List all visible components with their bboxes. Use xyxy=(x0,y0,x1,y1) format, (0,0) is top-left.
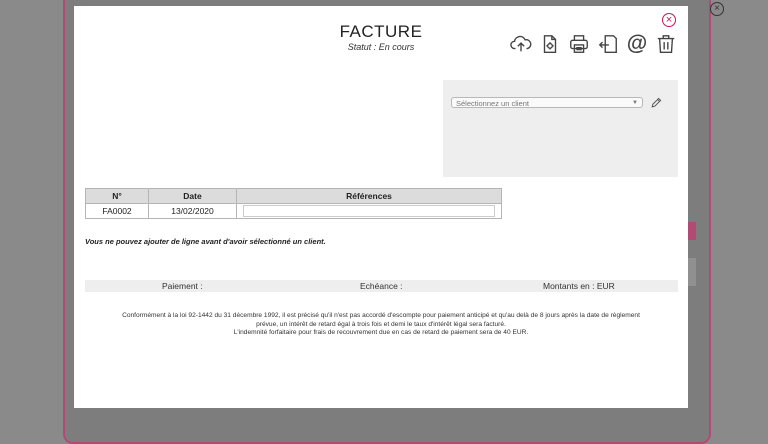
warning-message: Vous ne pouvez ajouter de ligne avant d'… xyxy=(85,237,326,246)
legal-line-3: L'indemnité forfaitaire pour frais de re… xyxy=(233,329,529,337)
column-header-references: Références xyxy=(236,188,502,204)
background-accent-grey xyxy=(688,258,696,286)
column-header-date: Date xyxy=(148,188,237,204)
export-icon[interactable] xyxy=(597,33,619,55)
toolbar: @ xyxy=(510,33,677,55)
cloud-upload-icon[interactable] xyxy=(510,33,532,55)
payment-label: Paiement : xyxy=(162,281,203,291)
background-close-icon[interactable]: × xyxy=(710,2,724,16)
table-row: FA0002 13/02/2020 xyxy=(85,203,502,219)
currency-label: Montants en : EUR xyxy=(543,281,615,291)
legal-line-2: prévue, un intérêt de retard égal à troi… xyxy=(256,320,506,328)
trash-icon[interactable] xyxy=(655,33,677,55)
invoice-modal: × FACTURE Statut : En cours @ Sélectionn… xyxy=(74,6,688,408)
legal-line-1: Conformément à la loi 92-1442 du 31 déce… xyxy=(122,312,640,319)
references-cell xyxy=(236,203,502,219)
pencil-icon[interactable] xyxy=(650,96,663,109)
client-select-placeholder: Sélectionnez un client xyxy=(456,99,529,108)
info-bar: Paiement : Echéance : Montants en : EUR xyxy=(85,280,678,292)
invoice-number: FA0002 xyxy=(85,203,149,219)
client-panel: Sélectionnez un client ▼ xyxy=(443,80,678,177)
references-input[interactable] xyxy=(243,205,495,217)
email-icon[interactable]: @ xyxy=(626,33,648,55)
client-select[interactable]: Sélectionnez un client ▼ xyxy=(451,97,643,108)
column-header-number: N° xyxy=(85,188,149,204)
invoice-date[interactable]: 13/02/2020 xyxy=(148,203,237,219)
print-icon[interactable] xyxy=(568,33,590,55)
document-settings-icon[interactable] xyxy=(539,33,561,55)
background-accent xyxy=(688,222,696,240)
chevron-down-icon: ▼ xyxy=(632,100,638,106)
legal-notice: Conformément à la loi 92-1442 du 31 déce… xyxy=(74,312,688,338)
invoice-meta-table: N° Date Références FA0002 13/02/2020 xyxy=(85,188,502,219)
due-date-label: Echéance : xyxy=(360,281,403,291)
